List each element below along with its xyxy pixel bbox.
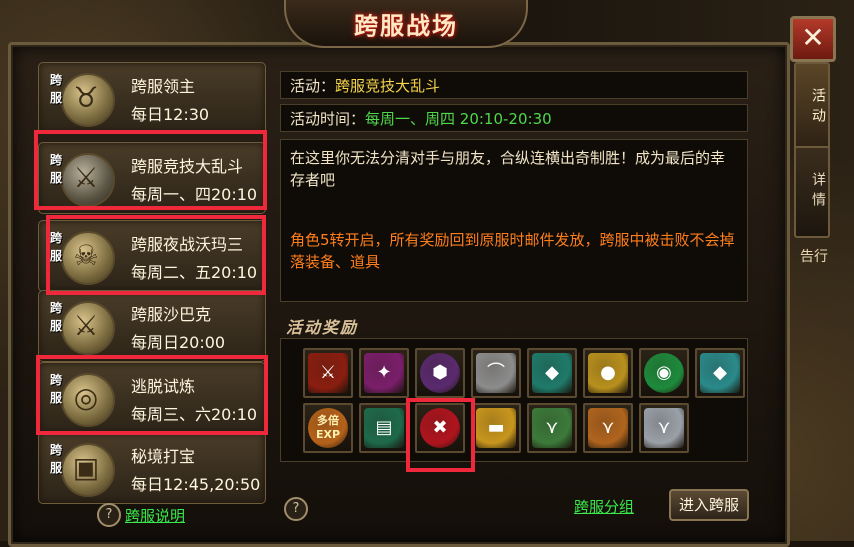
green-orb-icon[interactable]: ◉: [639, 348, 689, 398]
window-title: 跨服战场: [354, 11, 458, 40]
gold-coins-icon[interactable]: ●: [583, 348, 633, 398]
close-button[interactable]: ✕: [790, 16, 836, 62]
event-item-shabak[interactable]: ⚔ 跨服 跨服沙巴克 每周日20:00: [38, 290, 266, 362]
green-skill-book-icon[interactable]: ▤: [359, 403, 409, 453]
event-item-cross-lord[interactable]: ♉ 跨服 跨服领主 每日12:30: [38, 62, 266, 134]
cross-server-tag: 跨服: [49, 301, 62, 333]
highlight-box: [36, 355, 268, 435]
rewards-heading: 活动奖励: [286, 318, 359, 337]
activity-name-label: 活动：: [290, 77, 336, 95]
teal-crystal-icon[interactable]: ◆: [527, 348, 577, 398]
cross-server-tag: 跨服: [49, 73, 62, 105]
purple-helmet-icon[interactable]: ⬢: [415, 348, 465, 398]
event-name: 秘境打宝: [131, 447, 196, 466]
activity-name-row: 活动：跨服竞技大乱斗: [280, 71, 748, 99]
help-icon[interactable]: ?: [284, 497, 308, 521]
gold-ingot-icon[interactable]: ▬: [471, 403, 521, 453]
event-item-secret-treasure[interactable]: ▣ 跨服 秘境打宝 每日12:45,20:50: [38, 432, 266, 504]
cross-server-tag: 跨服: [49, 443, 62, 475]
activity-notice: 角色5转开启，所有奖励回到原服时邮件发放，跨服中被击败不会掉落装备、道具: [290, 231, 735, 271]
crossed-swords-icon: ⚔ 跨服: [45, 295, 115, 357]
background-text-fragment: 告行: [800, 249, 828, 265]
exp-multiplier-icon[interactable]: 多倍 EXP: [303, 403, 353, 453]
activity-time-value: 每周一、周四 20:10-20:30: [365, 110, 552, 128]
event-time: 每周日20:00: [131, 333, 226, 352]
activity-name-value: 跨服竞技大乱斗: [335, 77, 441, 95]
cross-server-group-link[interactable]: 跨服分组: [574, 496, 634, 517]
enter-cross-server-button[interactable]: 进入跨服: [669, 489, 749, 521]
highlight-box: [406, 398, 475, 472]
rewards-grid: ⚔ ✦ ⬢ ⌒ ◆ ● ◉ ◆ 多倍 EXP ▤ ✖ ▬ ⋎ ⋎ ⋎: [280, 338, 748, 462]
activity-description: 在这里你无法分清对手与朋友，合纵连横出奇制胜！成为最后的幸存者吧: [290, 149, 726, 189]
tab-details[interactable]: 详情: [794, 146, 830, 238]
event-name: 跨服领主: [131, 77, 196, 96]
activity-time-label: 活动时间：: [290, 110, 366, 128]
event-time: 每日12:45,20:50: [131, 475, 261, 494]
red-blade-icon[interactable]: ⚔: [303, 348, 353, 398]
orange-cape-icon[interactable]: ⋎: [583, 403, 633, 453]
teal-shards-icon[interactable]: ◆: [695, 348, 745, 398]
highlight-box: [34, 130, 267, 210]
activity-description-box: 在这里你无法分清对手与朋友，合纵连横出奇制胜！成为最后的幸存者吧 角色5转开启，…: [280, 139, 748, 302]
event-name: 跨服沙巴克: [131, 305, 212, 324]
treasure-chest-icon: ▣ 跨服: [45, 437, 115, 499]
activity-time-row: 活动时间：每周一、周四 20:10-20:30: [280, 104, 748, 132]
tab-activity[interactable]: 活动: [794, 62, 830, 154]
bull-head-icon: ♉ 跨服: [45, 67, 115, 129]
event-time: 每日12:30: [131, 105, 210, 124]
highlight-box: [46, 215, 266, 295]
white-cloak-icon[interactable]: ⋎: [639, 403, 689, 453]
purple-sword-icon[interactable]: ✦: [359, 348, 409, 398]
silver-ingot-icon[interactable]: ⌒: [471, 348, 521, 398]
window-title-banner: 跨服战场: [284, 0, 528, 48]
cross-server-guide-link[interactable]: 跨服说明: [125, 505, 185, 526]
green-cape-icon[interactable]: ⋎: [527, 403, 577, 453]
help-icon[interactable]: ?: [97, 503, 121, 527]
